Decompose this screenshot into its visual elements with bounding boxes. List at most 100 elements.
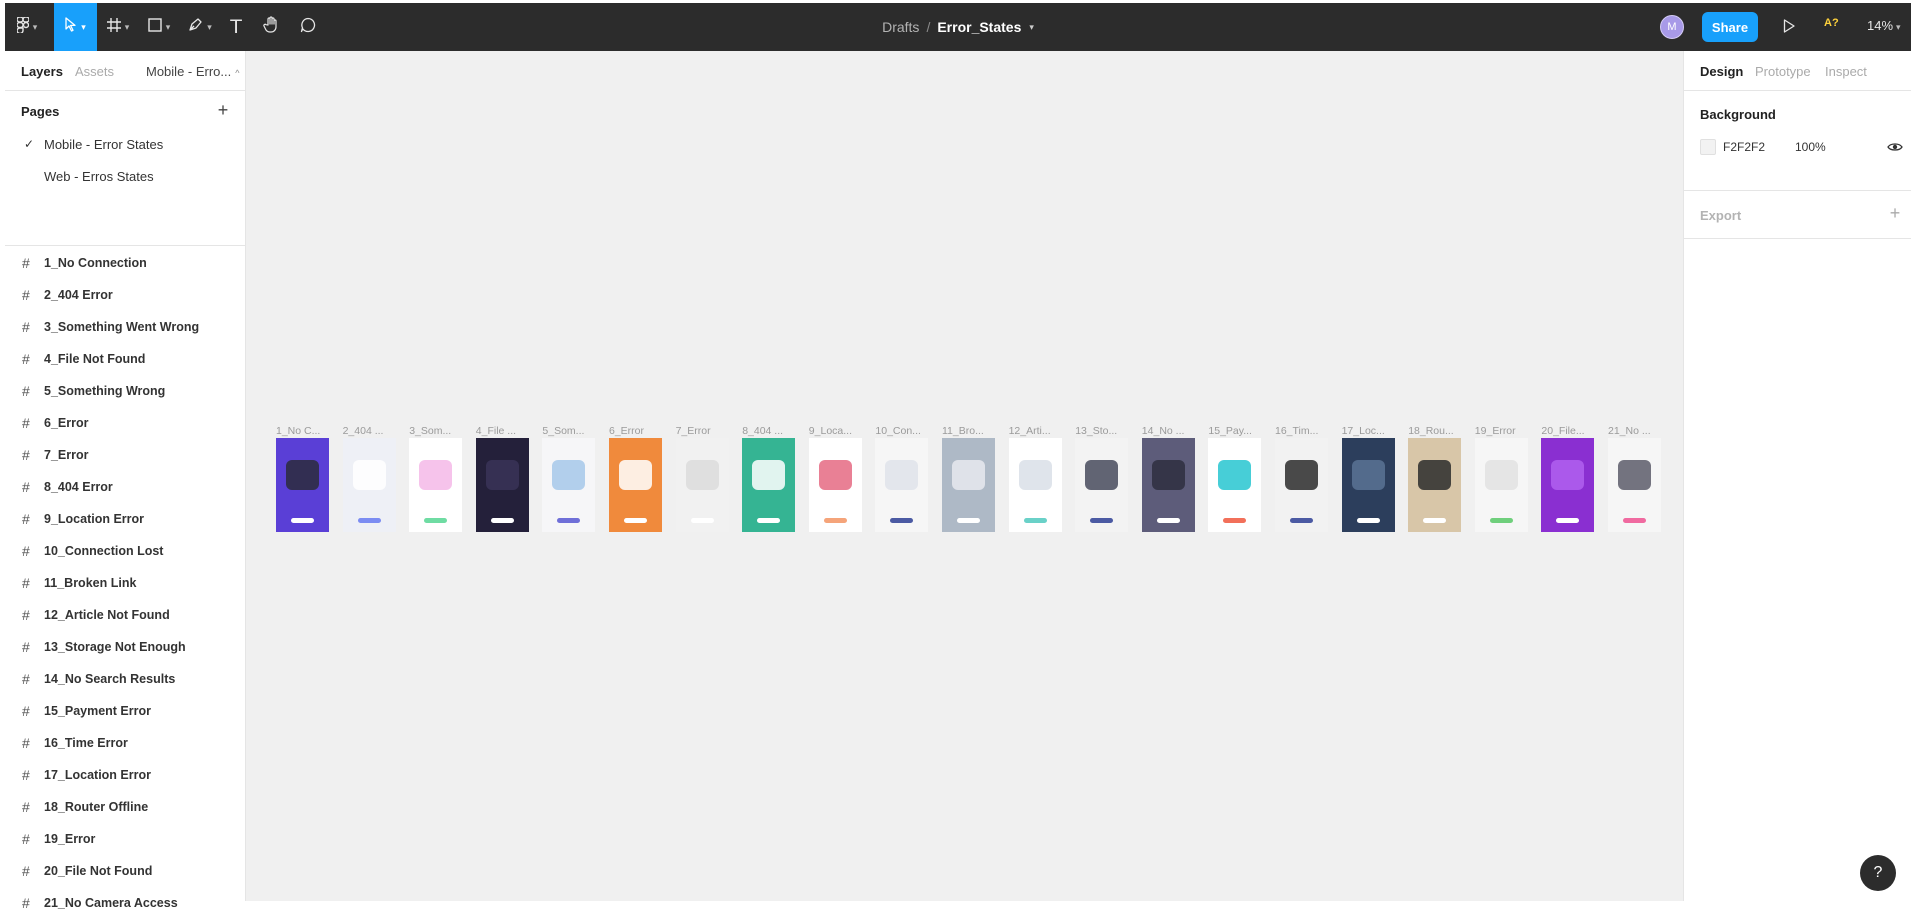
add-export-button[interactable]: + — [1884, 202, 1906, 224]
layer-item[interactable]: #15_Payment Error — [5, 695, 245, 727]
frame-thumbnail[interactable] — [1408, 438, 1462, 532]
layer-item[interactable]: #17_Location Error — [5, 759, 245, 791]
chevron-up-icon: ^ — [235, 68, 240, 78]
frame-thumbnail[interactable] — [475, 438, 529, 532]
hand-tool-button[interactable] — [255, 3, 287, 51]
layer-item[interactable]: #10_Connection Lost — [5, 535, 245, 567]
frame-title[interactable]: 6_Error — [609, 425, 663, 437]
present-button[interactable] — [1777, 15, 1801, 39]
frame-title[interactable]: 2_404 ... — [343, 425, 397, 437]
layer-item[interactable]: #21_No Camera Access — [5, 887, 245, 919]
frame-thumbnail[interactable] — [1141, 438, 1195, 532]
share-button[interactable]: Share — [1702, 12, 1758, 42]
tab-prototype[interactable]: Prototype — [1755, 64, 1811, 79]
frame-title[interactable]: 8_404 ... — [742, 425, 796, 437]
frame-title[interactable]: 4_File ... — [476, 425, 530, 437]
background-opacity-input[interactable]: 100% — [1795, 140, 1826, 154]
frame-title[interactable]: 18_Rou... — [1408, 425, 1462, 437]
frame-title[interactable]: 1_No C... — [276, 425, 330, 437]
layer-item[interactable]: #6_Error — [5, 407, 245, 439]
frame-title[interactable]: 16_Tim... — [1275, 425, 1329, 437]
frame-tool-button[interactable]: ▾ — [100, 3, 136, 51]
layer-item[interactable]: #13_Storage Not Enough — [5, 631, 245, 663]
comment-tool-button[interactable] — [292, 3, 324, 51]
frame-title[interactable]: 9_Loca... — [809, 425, 863, 437]
frame-thumbnail[interactable] — [1208, 438, 1262, 532]
frame-title[interactable]: 3_Som... — [409, 425, 463, 437]
tab-layers[interactable]: Layers — [21, 64, 63, 79]
frame-title[interactable]: 21_No ... — [1608, 425, 1662, 437]
canvas[interactable]: 1_No C... 2_404 ... 3_Som... 4_File ... 5_So… — [246, 51, 1683, 901]
frame-title[interactable]: 17_Loc... — [1342, 425, 1396, 437]
frame-thumbnail[interactable] — [609, 438, 662, 532]
tab-design[interactable]: Design — [1700, 64, 1743, 79]
frame-thumbnail[interactable] — [1275, 438, 1328, 532]
zoom-control[interactable]: 14% ▾ — [1867, 18, 1901, 33]
frame-title[interactable]: 12_Arti... — [1009, 425, 1063, 437]
background-color-swatch[interactable] — [1700, 139, 1716, 155]
layer-item[interactable]: #14_No Search Results — [5, 663, 245, 695]
text-tool-button[interactable]: T — [221, 3, 251, 51]
frame-thumbnail[interactable] — [276, 438, 329, 532]
frame-title[interactable]: 14_No ... — [1142, 425, 1196, 437]
layer-item[interactable]: #4_File Not Found — [5, 343, 245, 375]
frame-thumbnail[interactable] — [875, 438, 929, 532]
background-hex-input[interactable]: F2F2F2 — [1723, 140, 1765, 154]
layer-item[interactable]: #19_Error — [5, 823, 245, 855]
file-name[interactable]: Error_States — [937, 19, 1021, 35]
frame-thumbnail[interactable] — [1541, 438, 1595, 532]
layer-item[interactable]: #12_Article Not Found — [5, 599, 245, 631]
frame-title[interactable]: 10_Con... — [875, 425, 929, 437]
frame-title[interactable]: 5_Som... — [542, 425, 596, 437]
layer-item[interactable]: #1_No Connection — [5, 247, 245, 279]
frame-thumbnail[interactable] — [1341, 438, 1395, 532]
frame-thumbnail[interactable] — [742, 438, 796, 532]
layer-item[interactable]: #11_Broken Link — [5, 567, 245, 599]
frame-title[interactable]: 13_Sto... — [1075, 425, 1129, 437]
frame-thumbnail[interactable] — [1474, 438, 1528, 532]
page-item-web-erros-states[interactable]: Web - Erros States — [5, 160, 245, 192]
eye-icon[interactable] — [1886, 138, 1904, 156]
frame-title[interactable]: 11_Bro... — [942, 425, 996, 437]
layer-label: 9_Location Error — [44, 512, 145, 526]
frame-title[interactable]: 20_File... — [1541, 425, 1595, 437]
accessibility-badge[interactable]: A? — [1824, 17, 1839, 29]
frame-title[interactable]: 7_Error — [676, 425, 730, 437]
help-button[interactable]: ? — [1860, 855, 1896, 891]
layer-item[interactable]: #3_Something Went Wrong — [5, 311, 245, 343]
frame-thumbnail[interactable] — [1608, 438, 1661, 532]
pen-tool-button[interactable]: ▾ — [182, 3, 218, 51]
layer-item[interactable]: #18_Router Offline — [5, 791, 245, 823]
layer-item[interactable]: #9_Location Error — [5, 503, 245, 535]
frame-button — [490, 518, 514, 523]
layer-item[interactable]: #5_Something Wrong — [5, 375, 245, 407]
frame-thumbnail[interactable] — [409, 438, 463, 532]
tab-assets[interactable]: Assets — [75, 64, 114, 79]
frame-thumbnail[interactable] — [542, 438, 596, 532]
page-item-mobile-error-states[interactable]: ✓ Mobile - Error States — [5, 128, 245, 160]
shape-tool-button[interactable]: ▾ — [141, 3, 177, 51]
frame-thumbnail[interactable] — [1008, 438, 1062, 532]
layer-item[interactable]: #16_Time Error — [5, 727, 245, 759]
frame-title[interactable]: 19_Error — [1475, 425, 1529, 437]
move-tool-button[interactable]: ▾ — [54, 3, 97, 51]
page-switcher[interactable]: Mobile - Erro... ^ — [146, 64, 239, 79]
frame-thumbnail[interactable] — [342, 438, 396, 532]
frame-illustration — [752, 460, 786, 490]
layer-item[interactable]: #7_Error — [5, 439, 245, 471]
breadcrumb-drafts[interactable]: Drafts — [882, 19, 919, 35]
main-menu-button[interactable]: ▾ — [5, 3, 49, 51]
layer-item[interactable]: #20_File Not Found — [5, 855, 245, 887]
chevron-down-icon[interactable]: ▾ — [1029, 22, 1034, 33]
layer-item[interactable]: #2_404 Error — [5, 279, 245, 311]
frame-thumbnail[interactable] — [808, 438, 862, 532]
frame-thumbnail[interactable] — [1075, 438, 1129, 532]
layer-item[interactable]: #8_404 Error — [5, 471, 245, 503]
frame-title[interactable]: 15_Pay... — [1208, 425, 1262, 437]
frame-thumbnail[interactable] — [675, 438, 729, 532]
add-page-button[interactable]: + — [212, 99, 234, 121]
tab-inspect[interactable]: Inspect — [1825, 64, 1867, 79]
avatar[interactable]: M — [1660, 15, 1684, 39]
frame-thumbnail[interactable] — [942, 438, 995, 532]
frame-button — [957, 518, 980, 523]
